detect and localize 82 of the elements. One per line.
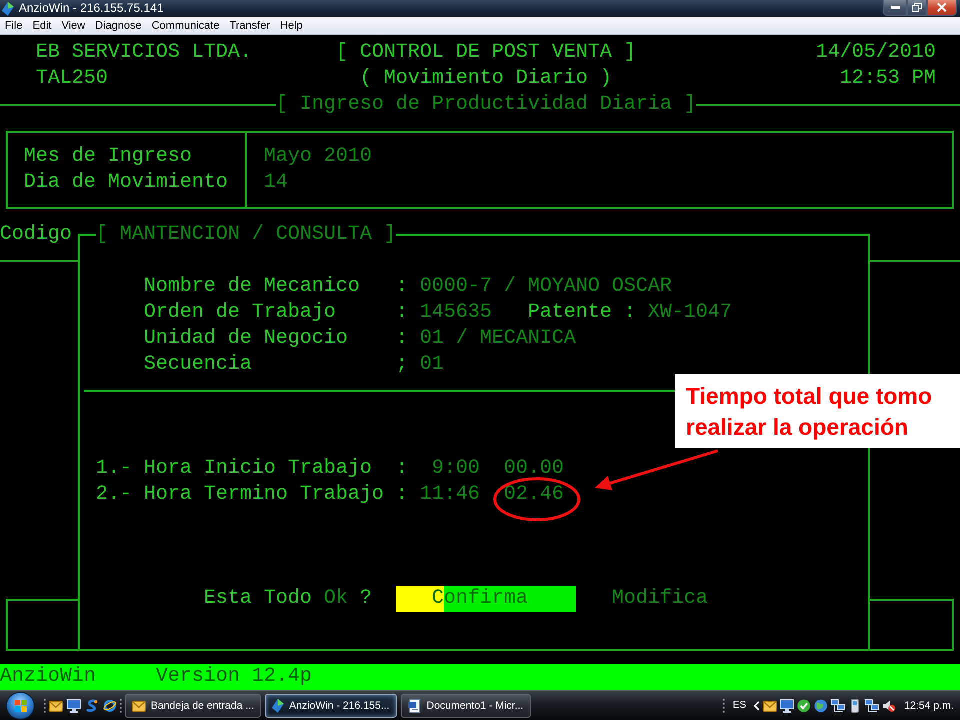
option-button[interactable]: Modifica: [576, 586, 756, 612]
envelope-icon: [132, 698, 146, 712]
duration-value: 00.00: [504, 456, 564, 482]
field-label: Unidad de Negocio: [144, 326, 348, 352]
field-label: Orden de Trabajo: [144, 300, 336, 326]
menu-item[interactable]: Communicate: [148, 18, 224, 34]
taskbar-button[interactable]: AnzioWin - 216.155...: [265, 694, 397, 718]
close-icon: [937, 3, 947, 12]
network-icon[interactable]: [865, 698, 880, 712]
clock-text[interactable]: 12:54 p.m.: [904, 698, 954, 712]
grip-icon: [119, 696, 123, 714]
program-title: [ CONTROL DE POST VENTA ]: [336, 40, 636, 66]
separator-text: ;: [396, 352, 408, 378]
prompt-text: Esta Todo: [204, 586, 312, 612]
grip-icon: [722, 696, 726, 714]
minimize-icon: [890, 6, 900, 9]
field-value: 01: [420, 352, 444, 378]
diamond-icon: [272, 698, 284, 712]
field-label: Dia de Movimiento: [24, 170, 228, 196]
field-value: 14: [264, 170, 288, 196]
field-label: Patente :: [528, 300, 636, 326]
chevron-left-icon[interactable]: [753, 700, 760, 710]
dialog-title: [ MANTENCION / CONSULTA ]: [96, 222, 396, 248]
field-label: Mes de Ingreso: [24, 144, 192, 170]
field-value: XW-1047: [648, 300, 732, 326]
menu-item[interactable]: Edit: [28, 18, 56, 34]
column-heading: Codigo: [0, 222, 72, 248]
company-name: EB SERVICIOS LTDA.: [36, 40, 252, 66]
window-title: AnzioWin - 216.155.75.141: [19, 1, 164, 16]
prompt-hint: Ok: [324, 586, 348, 612]
field-value: 0000-7 / MOYANO OSCAR: [420, 274, 672, 300]
restore-icon: [912, 3, 922, 12]
menu-item[interactable]: File: [1, 18, 27, 34]
field-label: 1.- Hora Inicio Trabajo: [96, 456, 372, 482]
menu-item[interactable]: Help: [276, 18, 307, 34]
date-text: 14/05/2010: [816, 40, 936, 66]
separator-text: :: [396, 300, 408, 326]
start-button[interactable]: [6, 692, 35, 720]
app-icon: [2, 2, 14, 16]
document-icon: [408, 698, 422, 712]
separator-text: :: [396, 456, 408, 482]
prompt-question: ?: [360, 586, 372, 612]
menu-item[interactable]: Transfer: [226, 18, 274, 34]
language-button[interactable]: ES: [729, 698, 750, 712]
time-text: 12:53 PM: [840, 66, 936, 92]
program-code: TAL250: [36, 66, 108, 92]
taskbar-button[interactable]: Bandeja de entrada ...: [125, 694, 262, 718]
grip-icon: [43, 696, 47, 714]
squiggle-icon: [85, 698, 99, 712]
menu-item[interactable]: Diagnose: [91, 18, 146, 34]
section-title: [ Ingreso de Productividad Diaria ]: [276, 92, 696, 118]
menu-item[interactable]: View: [58, 18, 90, 34]
separator-text: :: [396, 482, 408, 508]
taskbar-button[interactable]: Documento1 - Micr...: [400, 694, 531, 718]
close-button[interactable]: [927, 0, 957, 16]
envelope-icon: [49, 698, 63, 712]
monitor-icon: [67, 698, 81, 712]
field-value: Mayo 2010: [264, 144, 372, 170]
status-version: Version 12.4p: [156, 664, 312, 690]
monitor-icon[interactable]: [780, 698, 794, 712]
time-value: 9:00: [432, 456, 480, 482]
globe-icon[interactable]: [814, 698, 828, 712]
muted-speaker-icon[interactable]: [882, 698, 896, 712]
field-label: Nombre de Mecanico: [144, 274, 360, 300]
check-circle-icon[interactable]: [797, 698, 812, 712]
field-label: 2.- Hora Termino Trabajo: [96, 482, 384, 508]
callout-text: Tiempo total que tomo realizar la operación: [686, 382, 934, 442]
network-icon[interactable]: [831, 698, 846, 712]
flag-icon: [14, 698, 28, 712]
separator-text: :: [396, 326, 408, 352]
envelope-icon[interactable]: [763, 698, 778, 712]
program-subtitle: ( Movimiento Diario ): [360, 66, 612, 92]
ring-orbit-icon: [103, 698, 117, 712]
field-value: 01 / MECANICA: [420, 326, 576, 352]
field-label: Secuencia: [144, 352, 252, 378]
duration-value: 02.46: [504, 482, 564, 508]
restore-button[interactable]: [907, 0, 927, 16]
separator-text: :: [396, 274, 408, 300]
status-app-name: AnzioWin: [0, 664, 96, 690]
field-value: 145635: [420, 300, 492, 326]
time-value: 11:46: [420, 482, 480, 508]
minimize-button[interactable]: [883, 0, 907, 16]
